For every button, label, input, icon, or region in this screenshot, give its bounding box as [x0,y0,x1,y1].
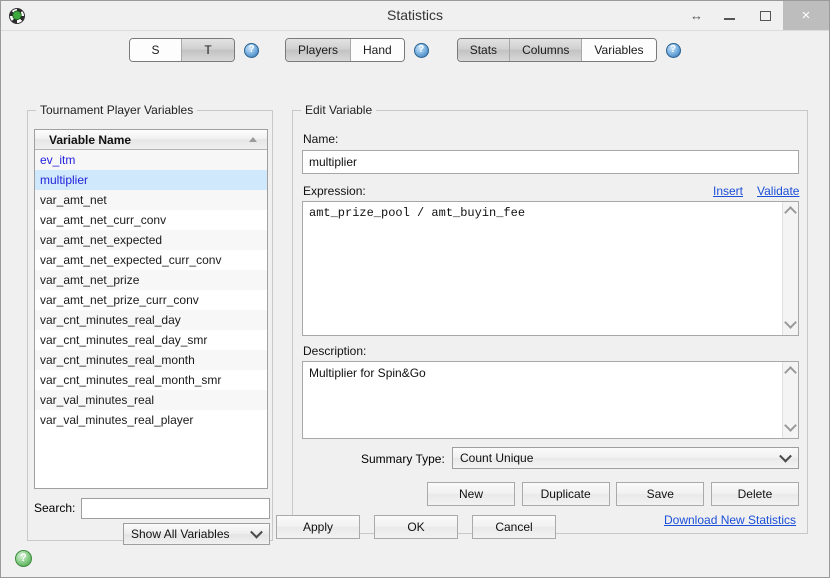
variable-list-item[interactable]: var_cnt_minutes_real_day [35,310,267,330]
insert-link[interactable]: Insert [713,184,743,198]
statistics-window: Statistics ↔ × S T ? Players Hand ? Stat… [0,0,830,578]
view-toggle-group: Stats Columns Variables [456,38,657,62]
edit-variable-group: Edit Variable Name: Expression: Insert V… [292,103,808,534]
view-help-icon[interactable]: ? [665,42,681,58]
expression-textarea[interactable]: amt_prize_pool / amt_buyin_fee [302,201,799,336]
variable-list-item[interactable]: var_amt_net_expected_curr_conv [35,250,267,270]
view-toggle-stats[interactable]: Stats [457,39,511,61]
variable-list-item[interactable]: var_amt_net_curr_conv [35,210,267,230]
level-help-icon[interactable]: ? [413,42,429,58]
summary-type-value: Count Unique [460,451,534,465]
scroll-up-icon[interactable] [784,366,797,379]
window-content: S T ? Players Hand ? Stats Columns Varia… [1,30,829,577]
variable-list-item[interactable]: var_val_minutes_real [35,390,267,410]
variable-list-empty-space [35,430,267,488]
variable-list-item[interactable]: var_val_minutes_real_player [35,410,267,430]
variable-list-body: ev_itm multiplier var_amt_net var_amt_net_c… [35,150,267,488]
variable-list-header[interactable]: Variable Name [35,130,267,150]
scroll-up-icon[interactable] [784,206,797,219]
variable-list-item[interactable]: ev_itm [35,150,267,170]
scroll-down-icon[interactable] [784,419,797,432]
save-button[interactable]: Save [616,482,705,506]
minimize-icon [723,18,735,20]
footer-buttons: Apply OK Cancel [276,515,556,539]
description-label: Description: [303,344,367,358]
expression-scrollbar[interactable] [782,202,798,335]
status-help-icon[interactable]: ? [15,550,32,567]
resize-glyph: ↔ [690,8,703,23]
name-label: Name: [303,132,339,146]
view-toggle-variables[interactable]: Variables [582,39,656,61]
validate-link[interactable]: Validate [757,184,799,198]
variable-list-item[interactable]: var_cnt_minutes_real_month_smr [35,370,267,390]
maximize-icon [759,10,771,21]
close-icon: × [801,7,811,24]
name-input[interactable] [302,150,799,174]
sort-ascending-icon [249,137,257,142]
description-scrollbar[interactable] [782,362,798,438]
level-toggle-hand[interactable]: Hand [351,39,404,61]
variable-list-item[interactable]: var_amt_net_prize_curr_conv [35,290,267,310]
chevron-down-icon [779,449,792,463]
variable-list[interactable]: Variable Name ev_itm multiplier var_amt_ne… [34,129,268,489]
delete-button[interactable]: Delete [710,482,799,506]
close-button[interactable]: × [783,1,829,30]
search-label: Search: [34,501,76,515]
scroll-down-icon[interactable] [784,316,797,329]
maximize-button[interactable] [747,1,783,30]
minimize-button[interactable] [711,1,747,30]
toolbar: S T ? Players Hand ? Stats Columns Varia… [1,31,829,69]
expression-label: Expression: [303,184,366,198]
ok-button[interactable]: OK [374,515,458,539]
right-group-title: Edit Variable [301,103,377,117]
left-group-title: Tournament Player Variables [36,103,198,117]
scope-toggle-s[interactable]: S [130,39,182,61]
variable-list-item[interactable]: var_amt_net_expected [35,230,267,250]
tournament-player-variables-group: Tournament Player Variables Variable Nam… [27,103,273,545]
title-bar: Statistics ↔ × [1,1,829,30]
variable-name-column-header: Variable Name [49,132,132,147]
scope-toggle-t[interactable]: T [182,39,234,61]
expression-value: amt_prize_pool / amt_buyin_fee [309,206,526,220]
level-toggle-group: Players Hand [285,38,405,62]
footer-bar: Apply OK Cancel ? [1,515,829,577]
resize-icon[interactable]: ↔ [681,1,711,30]
duplicate-button[interactable]: Duplicate [521,482,610,506]
scope-help-icon[interactable]: ? [244,42,259,58]
description-value: Multiplier for Spin&Go [309,366,426,380]
cancel-button[interactable]: Cancel [472,515,556,539]
variable-list-item[interactable]: var_cnt_minutes_real_month [35,350,267,370]
variable-list-item[interactable]: var_amt_net_prize [35,270,267,290]
apply-button[interactable]: Apply [276,515,360,539]
description-textarea[interactable]: Multiplier for Spin&Go [302,361,799,439]
variable-list-item[interactable]: multiplier [35,170,267,190]
scope-toggle-group: S T [129,38,235,62]
variable-list-item[interactable]: var_amt_net [35,190,267,210]
summary-type-label: Summary Type: [361,452,445,466]
variable-action-buttons: New Duplicate Save Delete [427,482,799,506]
summary-type-select[interactable]: Count Unique [452,447,799,469]
variable-list-item[interactable]: var_cnt_minutes_real_day_smr [35,330,267,350]
window-controls: ↔ × [681,1,829,30]
new-button[interactable]: New [427,482,515,506]
view-toggle-columns[interactable]: Columns [510,39,583,61]
app-logo-icon [9,8,25,24]
level-toggle-players[interactable]: Players [286,39,352,61]
